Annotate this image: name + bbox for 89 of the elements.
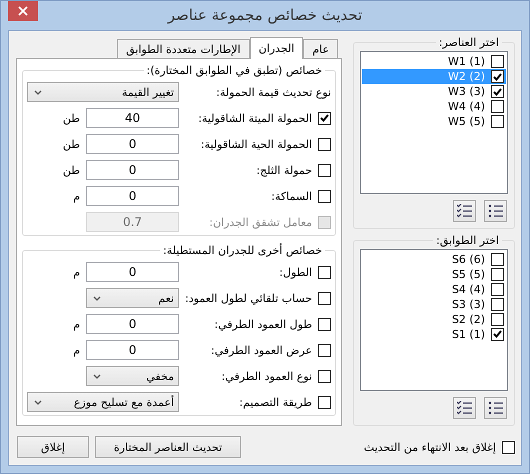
list-item[interactable]: W5 (5) xyxy=(362,114,506,129)
number-field[interactable]: 40 xyxy=(86,108,179,128)
field-label: حساب تلقائي لطول العمود: xyxy=(185,292,312,304)
list-item[interactable]: S6 (6) xyxy=(362,252,506,266)
unit-label: طن xyxy=(62,164,80,176)
unit-label: م xyxy=(73,266,80,278)
list-item[interactable]: W4 (4) xyxy=(362,99,506,114)
group-title: خصائص أخرى للجدران المستطيلة: xyxy=(162,244,324,257)
checkbox[interactable] xyxy=(491,268,504,280)
list-item[interactable]: W3 (3) xyxy=(362,84,506,99)
checkbox[interactable] xyxy=(318,318,332,330)
list-item[interactable]: W1 (1) xyxy=(362,54,506,69)
field-label: السماكة: xyxy=(270,190,312,202)
field-label: نوع تحديث قيمة الحمولة: xyxy=(215,86,332,98)
list-item[interactable]: S1 (1) xyxy=(362,326,506,342)
field-label: الطول: xyxy=(278,266,312,278)
number-field[interactable]: 0 xyxy=(86,134,179,154)
field-label: طريقة التصميم: xyxy=(238,396,312,408)
number-field[interactable]: 0 xyxy=(86,340,179,360)
check-icon xyxy=(320,114,330,122)
close-button[interactable] xyxy=(8,1,38,21)
checkbox[interactable] xyxy=(318,112,332,124)
checkbox[interactable] xyxy=(491,312,504,326)
checkbox[interactable] xyxy=(491,298,504,310)
caret-icon xyxy=(34,90,42,94)
checkbox[interactable] xyxy=(318,370,332,382)
field-label: معامل تشقق الجدران: xyxy=(208,216,312,228)
check-icon xyxy=(493,330,502,338)
tab[interactable]: عام xyxy=(303,39,338,58)
window-title: تحديث خصائص مجموعة عناصر xyxy=(166,5,364,24)
checkbox[interactable] xyxy=(318,190,332,202)
checkbox[interactable] xyxy=(491,115,504,128)
checkbox[interactable] xyxy=(318,292,332,304)
checkbox[interactable] xyxy=(318,266,332,278)
field-label: طول العمود الطرفي: xyxy=(213,318,312,330)
caret-icon xyxy=(34,400,42,404)
checklist-icon xyxy=(457,204,472,218)
checkbox[interactable] xyxy=(318,164,332,176)
number-field[interactable]: 0 xyxy=(86,186,179,206)
list-item[interactable]: S4 (4) xyxy=(362,282,506,296)
unit-label: م xyxy=(73,344,80,356)
caret-icon xyxy=(93,374,101,378)
checkbox[interactable] xyxy=(502,440,515,454)
close-icon xyxy=(18,6,28,16)
unit-label: طن xyxy=(62,138,80,150)
group-title: اختر العناصر: xyxy=(438,36,500,49)
checkbox[interactable] xyxy=(491,55,504,68)
field-label: حمولة الثلج: xyxy=(255,164,312,176)
checkbox[interactable] xyxy=(318,344,332,356)
dropdown[interactable]: أعمدة مع تسليح موزع xyxy=(27,392,179,412)
close-dialog-button[interactable]: إغلاق xyxy=(17,436,89,458)
check-selected-button[interactable] xyxy=(453,397,476,419)
tab[interactable]: الجدران xyxy=(250,37,304,59)
dropdown[interactable]: تغيير القيمة xyxy=(27,82,179,102)
field-label: الحمولة الحية الشاقولية: xyxy=(200,138,312,150)
number-field[interactable]: 0 xyxy=(86,314,179,334)
field-label: الحمولة الميتة الشاقولية: xyxy=(197,112,312,124)
tab[interactable]: الإطارات متعددة الطوابق xyxy=(117,39,250,58)
checklist-icon xyxy=(457,401,472,415)
group-title: خصائص (تطبق في الطوابق المختارة): xyxy=(146,64,324,77)
checkbox[interactable] xyxy=(491,85,504,98)
list-icon xyxy=(488,401,503,415)
checkbox[interactable] xyxy=(318,138,332,150)
caret-icon xyxy=(93,296,101,300)
checkbox[interactable] xyxy=(491,70,504,83)
checkbox[interactable] xyxy=(491,252,504,266)
field-label: نوع العمود الطرفي: xyxy=(220,370,312,382)
list-icon xyxy=(488,204,503,218)
checkbox[interactable] xyxy=(318,396,332,408)
list-item[interactable]: S2 (2) xyxy=(362,312,506,326)
dropdown[interactable]: نعم xyxy=(86,288,179,308)
unit-label: طن xyxy=(62,112,80,124)
number-field[interactable]: 0 xyxy=(86,262,179,282)
update-button[interactable]: تحديث العناصر المختارة xyxy=(95,436,241,458)
checkbox[interactable] xyxy=(491,100,504,113)
group-title: اختر الطوابق: xyxy=(435,234,500,246)
select-all-button[interactable] xyxy=(484,397,507,419)
unit-label: م xyxy=(73,190,80,202)
field-label: عرض العمود الطرفي: xyxy=(210,344,312,356)
option-label: إغلاق بعد الانتهاء من التحديث xyxy=(362,440,496,454)
select-all-button[interactable] xyxy=(484,200,507,222)
checkbox[interactable] xyxy=(491,282,504,296)
checkbox[interactable] xyxy=(491,328,504,340)
list-item[interactable]: S3 (3) xyxy=(362,296,506,312)
list-item[interactable]: S5 (5) xyxy=(362,266,506,282)
dropdown[interactable]: مخفي xyxy=(86,366,179,386)
number-field[interactable]: 0 xyxy=(86,160,179,180)
unit-label: م xyxy=(73,318,80,330)
check-selected-button[interactable] xyxy=(453,200,476,222)
